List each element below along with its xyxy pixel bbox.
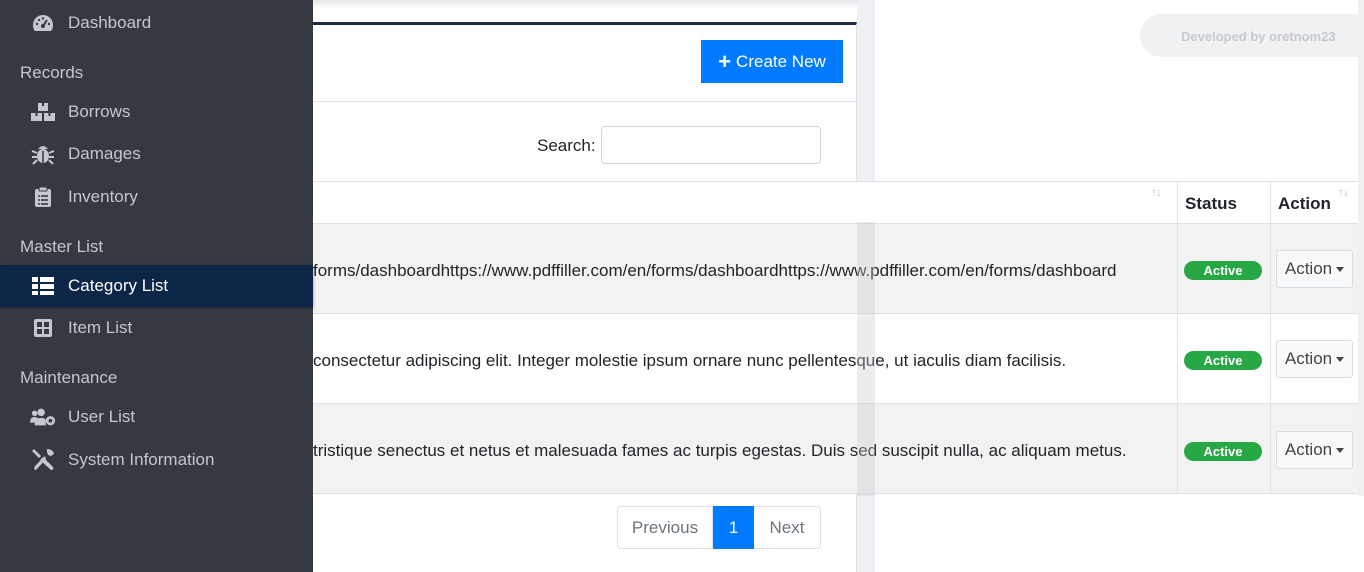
cell-divider <box>1177 224 1178 313</box>
sidebar-item-dashboard[interactable]: Dashboard <box>0 2 313 44</box>
cell-divider <box>1270 224 1271 313</box>
bug-icon <box>30 144 56 165</box>
sidebar-item-label: Dashboard <box>68 13 152 32</box>
table-row: consectetur adipiscing elit. Integer mol… <box>313 314 1358 404</box>
pagination: Previous 1 Next <box>617 506 821 549</box>
cell-divider <box>1270 314 1271 403</box>
users-cog-icon <box>30 407 56 427</box>
status-badge: Active <box>1184 442 1262 461</box>
sidebar-item-borrows[interactable]: Borrows <box>0 91 313 133</box>
sidebar-item-category-list[interactable]: Category List <box>0 265 313 307</box>
status-badge: Active <box>1184 351 1262 370</box>
sidebar-item-label: Inventory <box>68 187 138 206</box>
column-header-status[interactable]: Status <box>1177 182 1270 223</box>
sidebar-item-item-list[interactable]: Item List <box>0 307 313 349</box>
action-dropdown-button[interactable]: Action <box>1276 340 1353 378</box>
sidebar-item-user-list[interactable]: User List <box>0 396 313 438</box>
table-row: forms/dashboardhttps://www.pdffiller.com… <box>313 224 1358 314</box>
sort-icon: ↑↓ <box>1338 185 1349 199</box>
sidebar-section-records: Records <box>20 63 84 82</box>
pagination-page-1[interactable]: 1 <box>713 506 754 549</box>
card-header: + Create New <box>313 25 856 102</box>
caret-down-icon <box>1336 266 1345 272</box>
sidebar-section-master-list: Master List <box>20 237 104 256</box>
layout-gutter-overlay <box>857 222 875 496</box>
status-header-label: Status <box>1185 194 1237 213</box>
sidebar: Dashboard Records Borrows Damages Invent… <box>0 0 313 572</box>
create-new-label: Create New <box>736 51 826 71</box>
cell-divider <box>1270 404 1271 493</box>
row-description: tristique senectus et netus et malesuada… <box>313 441 1127 460</box>
boxes-icon <box>30 102 56 122</box>
caret-down-icon <box>1336 356 1345 362</box>
sort-icon[interactable]: ↑↓ <box>1151 185 1162 199</box>
sidebar-item-label: Borrows <box>68 102 131 121</box>
sidebar-item-label: Item List <box>68 318 133 337</box>
pagination-previous[interactable]: Previous <box>617 506 713 549</box>
sidebar-item-damages[interactable]: Damages <box>0 133 313 175</box>
sidebar-item-label: Damages <box>68 144 141 163</box>
cell-divider <box>1177 404 1178 493</box>
action-dropdown-button[interactable]: Action <box>1276 431 1353 469</box>
pagination-next[interactable]: Next <box>754 506 821 549</box>
sidebar-item-label: User List <box>68 407 136 426</box>
cell-divider <box>1177 314 1178 403</box>
sidebar-item-system-information[interactable]: System Information <box>0 439 313 481</box>
th-large-icon <box>30 318 56 338</box>
tools-icon <box>30 449 56 470</box>
create-new-button[interactable]: + Create New <box>701 40 843 83</box>
sidebar-section-maintenance: Maintenance <box>20 368 118 387</box>
action-label: Action <box>1284 349 1333 368</box>
action-label: Action <box>1284 259 1333 278</box>
row-description: consectetur adipiscing elit. Integer mol… <box>313 351 1067 370</box>
search-label: Search: <box>537 136 596 155</box>
row-description: forms/dashboardhttps://www.pdffiller.com… <box>313 261 1117 280</box>
developer-credit: Developed by oretnom23 <box>1181 29 1336 44</box>
th-list-icon <box>30 276 56 296</box>
action-dropdown-button[interactable]: Action <box>1276 250 1353 288</box>
column-header-action[interactable]: Action ↑↓ <box>1270 182 1358 223</box>
table-header: ↑↓ Status Action ↑↓ <box>313 181 1358 225</box>
status-badge: Active <box>1184 261 1262 280</box>
sidebar-item-inventory[interactable]: Inventory <box>0 176 313 218</box>
table-row: tristique senectus et netus et malesuada… <box>313 404 1358 494</box>
action-label: Action <box>1284 440 1333 459</box>
clipboard-list-icon <box>30 186 56 207</box>
action-header-label: Action <box>1278 194 1331 213</box>
sidebar-item-label: System Information <box>68 450 215 469</box>
search-input[interactable] <box>601 126 821 164</box>
scrollbar-track[interactable] <box>1358 0 1364 496</box>
sidebar-item-label: Category List <box>68 276 169 295</box>
tachometer-icon <box>30 13 56 33</box>
plus-icon: + <box>718 48 732 74</box>
caret-down-icon <box>1336 447 1345 453</box>
